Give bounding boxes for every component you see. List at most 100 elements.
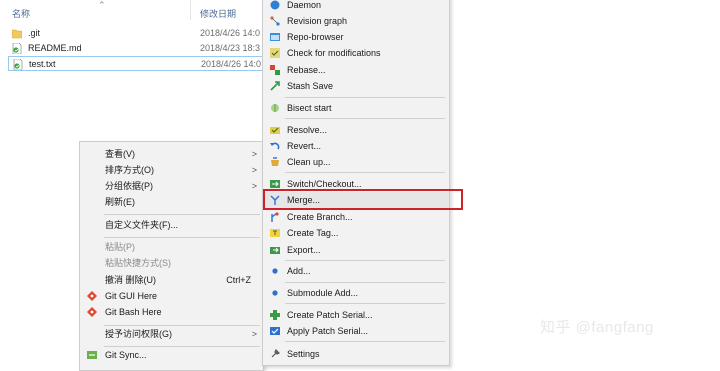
file-row-git[interactable]: .git 2018/4/26 14:0 xyxy=(8,26,270,41)
file-date: 2018/4/26 14:0 xyxy=(201,59,262,69)
menu-item-label: Git GUI Here xyxy=(105,291,158,301)
submenu-arrow-icon: > xyxy=(251,165,257,175)
add-icon xyxy=(272,268,278,274)
menu-item-label: 授予访问权限(G) xyxy=(105,329,172,339)
file-row-readme[interactable]: README.md 2018/4/23 18:3 xyxy=(8,41,270,56)
bisect-icon xyxy=(271,104,279,112)
menu-item-label: Apply Patch Serial... xyxy=(287,326,369,336)
menu-item-grant-access[interactable]: 授予访问权限(G) > xyxy=(80,326,263,342)
menu-item-paste[interactable]: 粘贴(P) xyxy=(80,239,263,255)
menu-item-clean-up[interactable]: Clean up... xyxy=(263,154,449,170)
clean-up-icon xyxy=(271,157,279,166)
sort-ascending-icon: ⌃ xyxy=(98,0,106,10)
menu-item-apply-patch-serial[interactable]: Apply Patch Serial... xyxy=(263,323,449,339)
column-header-name[interactable]: 名称 xyxy=(12,7,30,20)
menu-item-label: 分组依据(P) xyxy=(105,181,153,191)
menu-item-label: Stash Save xyxy=(287,81,334,91)
menu-separator xyxy=(285,172,445,173)
menu-item-label: Resolve... xyxy=(287,125,328,135)
column-divider[interactable] xyxy=(190,0,191,20)
context-menu-explorer: 查看(V) > 排序方式(O) > 分组依据(P) > 刷新(E) 自定义文件夹… xyxy=(79,141,264,371)
git-file-icon xyxy=(13,59,23,70)
folder-icon xyxy=(12,29,22,39)
check-modifications-icon xyxy=(270,48,280,58)
menu-item-rebase[interactable]: Rebase... xyxy=(263,62,449,78)
highlight-annotation-box xyxy=(263,189,463,210)
menu-item-label: Git Sync... xyxy=(105,350,147,360)
menu-separator xyxy=(104,237,260,238)
menu-item-submodule-add[interactable]: Submodule Add... xyxy=(263,285,449,301)
menu-item-label: Revert... xyxy=(287,141,322,151)
menu-item-label: 自定义文件夹(F)... xyxy=(105,220,178,230)
export-icon xyxy=(270,247,280,254)
menu-item-resolve[interactable]: Resolve... xyxy=(263,122,449,138)
menu-item-label: Submodule Add... xyxy=(287,288,359,298)
menu-item-git-sync[interactable]: Git Sync... xyxy=(80,347,263,363)
menu-item-label: Clean up... xyxy=(287,157,331,167)
menu-item-git-gui[interactable]: Git GUI Here xyxy=(80,288,263,304)
menu-item-view[interactable]: 查看(V) > xyxy=(80,146,263,162)
menu-item-export[interactable]: Export... xyxy=(263,242,449,258)
menu-separator xyxy=(285,97,445,98)
menu-separator xyxy=(285,303,445,304)
menu-separator xyxy=(285,118,445,119)
file-row-test[interactable]: test.txt 2018/4/26 14:0 xyxy=(8,56,270,71)
git-sync-icon xyxy=(87,351,97,359)
menu-item-label: Git Bash Here xyxy=(105,307,162,317)
menu-item-repo-browser[interactable]: Repo-browser xyxy=(263,29,449,45)
revert-icon xyxy=(270,142,280,150)
file-date: 2018/4/23 18:3 xyxy=(200,43,261,53)
menu-item-customize-folder[interactable]: 自定义文件夹(F)... xyxy=(80,217,263,233)
menu-item-paste-shortcut[interactable]: 粘贴快捷方式(S) xyxy=(80,255,263,271)
file-name: README.md xyxy=(28,43,82,53)
create-patch-icon xyxy=(270,310,280,320)
menu-item-git-bash[interactable]: Git Bash Here xyxy=(80,304,263,320)
watermark-text: 知乎 @fangfang xyxy=(540,319,654,336)
submodule-add-icon xyxy=(272,290,278,296)
menu-item-create-branch[interactable]: Create Branch... xyxy=(263,209,449,225)
menu-item-refresh[interactable]: 刷新(E) xyxy=(80,194,263,210)
create-tag-icon xyxy=(270,229,280,237)
menu-item-label: Create Patch Serial... xyxy=(287,310,373,320)
context-menu-tortoisegit: Daemon Revision graph Repo-browser Check… xyxy=(262,0,450,366)
menu-item-label: 查看(V) xyxy=(105,149,135,159)
menu-item-label: 粘贴快捷方式(S) xyxy=(105,258,171,268)
menu-item-sort[interactable]: 排序方式(O) > xyxy=(80,162,263,178)
menu-item-label: Repo-browser xyxy=(287,32,344,42)
git-bash-icon xyxy=(87,307,97,317)
file-name: test.txt xyxy=(29,59,56,69)
settings-icon xyxy=(271,349,280,358)
submenu-arrow-icon: > xyxy=(251,181,257,191)
menu-separator xyxy=(285,341,445,342)
column-header-date[interactable]: 修改日期 xyxy=(200,7,236,20)
resolve-icon xyxy=(270,127,280,134)
menu-item-daemon[interactable]: Daemon xyxy=(263,0,449,13)
file-date: 2018/4/26 14:0 xyxy=(200,28,261,38)
menu-item-label: 排序方式(O) xyxy=(105,165,154,175)
menu-item-label: Add... xyxy=(287,266,311,276)
revision-graph-icon xyxy=(270,16,280,26)
submenu-arrow-icon: > xyxy=(251,329,257,339)
menu-separator xyxy=(104,214,260,215)
menu-item-revision-graph[interactable]: Revision graph xyxy=(263,13,449,29)
menu-item-add[interactable]: Add... xyxy=(263,263,449,279)
menu-separator xyxy=(285,282,445,283)
menu-item-label: 刷新(E) xyxy=(105,197,135,207)
menu-item-label: Bisect start xyxy=(287,103,332,113)
menu-item-undo-delete[interactable]: 撤消 删除(U) Ctrl+Z xyxy=(80,272,263,288)
menu-item-label: Export... xyxy=(287,245,321,255)
menu-item-label: Create Tag... xyxy=(287,228,339,238)
menu-item-label: 粘贴(P) xyxy=(105,242,135,252)
menu-item-label: Daemon xyxy=(287,0,322,10)
rebase-icon xyxy=(270,65,280,75)
menu-item-bisect-start[interactable]: Bisect start xyxy=(263,100,449,116)
submenu-arrow-icon: > xyxy=(251,149,257,159)
menu-item-check-modifications[interactable]: Check for modifications xyxy=(263,45,449,61)
menu-item-label: 撤消 删除(U) xyxy=(105,275,156,285)
repo-browser-icon xyxy=(270,33,280,41)
menu-item-group[interactable]: 分组依据(P) > xyxy=(80,178,263,194)
menu-item-create-tag[interactable]: Create Tag... xyxy=(263,225,449,241)
menu-item-stash-save[interactable]: Stash Save xyxy=(263,78,449,94)
menu-item-create-patch-serial[interactable]: Create Patch Serial... xyxy=(263,307,449,323)
menu-item-revert[interactable]: Revert... xyxy=(263,138,449,154)
